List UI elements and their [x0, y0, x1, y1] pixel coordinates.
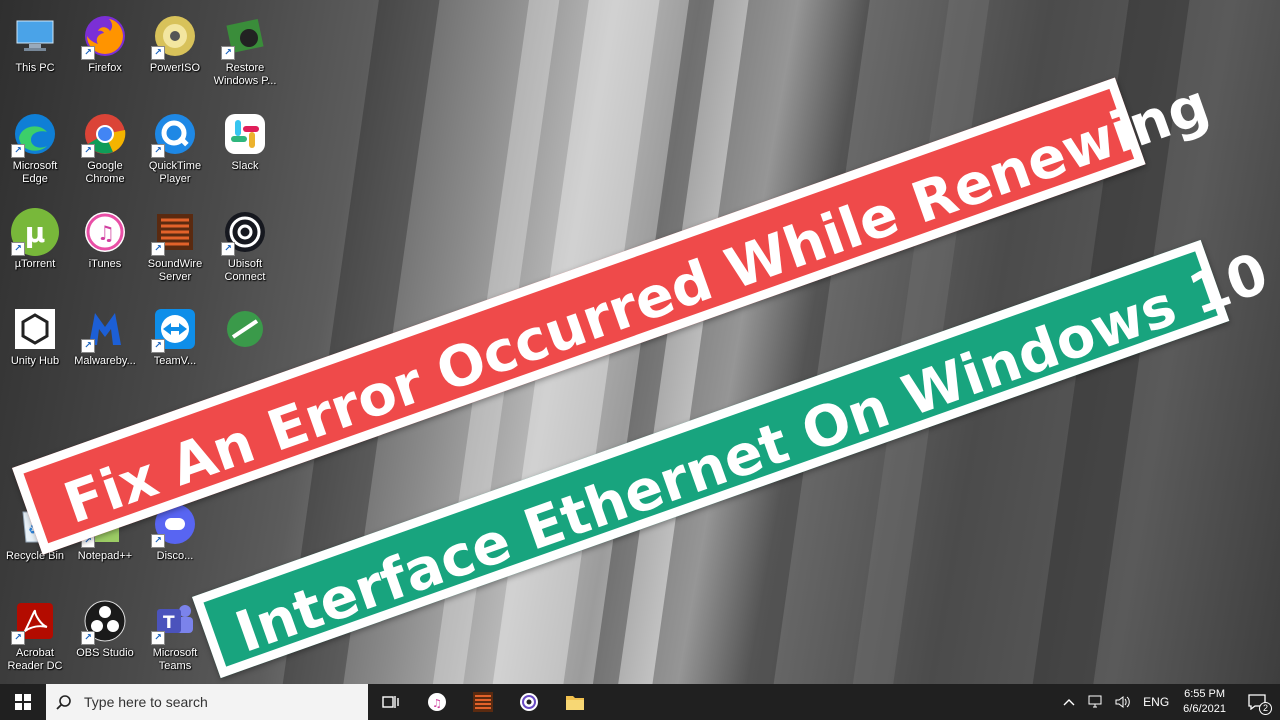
desktop-icon-unity-hub[interactable]: Unity Hub [0, 299, 70, 389]
icon-label: iTunes [88, 258, 122, 270]
icon-label: µTorrent [14, 258, 56, 270]
obs-icon [520, 693, 538, 711]
icon-label: Acrobat Reader DC [7, 647, 63, 672]
taskbar: Type here to search ♫ ENG 6:55 PM 6/6/20… [0, 684, 1280, 720]
taskbar-soundwire[interactable] [460, 684, 506, 720]
icon-label: Unity Hub [10, 355, 60, 367]
notification-count-badge: 2 [1259, 702, 1272, 715]
task-view-button[interactable] [368, 684, 414, 720]
windows-logo-icon [15, 694, 31, 710]
firefox-icon: ↗ [81, 12, 129, 60]
desktop-icon-malwarebytes[interactable]: ↗ Malwareby... [70, 299, 140, 389]
desktop-icon-ubisoft[interactable]: ↗ Ubisoft Connect [210, 202, 280, 292]
start-button[interactable] [0, 684, 46, 720]
icon-label: This PC [15, 62, 55, 74]
unity-icon [11, 305, 59, 353]
desktop-icon-restore-windows[interactable]: ↗ Restore Windows P... [210, 6, 280, 96]
acrobat-icon: ↗ [11, 597, 59, 645]
desktop-icon-poweriso[interactable]: ↗ PowerISO [140, 6, 210, 96]
icon-label: Notepad++ [77, 550, 133, 562]
ubisoft-icon: ↗ [221, 208, 269, 256]
desktop-icon-chrome[interactable]: ↗ Google Chrome [70, 104, 140, 194]
search-icon [56, 695, 71, 710]
teams-icon: T ↗ [151, 597, 199, 645]
disc-icon: ↗ [151, 12, 199, 60]
quicktime-icon: ↗ [151, 110, 199, 158]
desktop-icon-slack[interactable]: Slack [210, 104, 280, 194]
file-explorer-icon [566, 696, 584, 710]
app-icon [221, 305, 269, 353]
icon-label: TeamV... [153, 355, 197, 367]
taskbar-file-explorer[interactable] [552, 684, 598, 720]
icon-label: Malwareby... [74, 355, 136, 367]
edge-icon: ↗ [11, 110, 59, 158]
task-view-icon [382, 696, 399, 708]
desktop-icon-soundwire[interactable]: ↗ SoundWire Server [140, 202, 210, 292]
icon-label: Disco... [156, 550, 194, 562]
icon-label: Firefox [88, 62, 122, 74]
itunes-icon: ♫ [428, 693, 446, 711]
itunes-icon: ♫ [81, 208, 129, 256]
search-placeholder: Type here to search [84, 694, 208, 710]
icon-label: PowerISO [149, 62, 201, 74]
clock[interactable]: 6:55 PM 6/6/2021 [1175, 687, 1234, 717]
icon-label: Recycle Bin [5, 550, 65, 562]
taskbar-obs[interactable] [506, 684, 552, 720]
icon-label: Restore Windows P... [213, 62, 277, 87]
clock-time: 6:55 PM [1184, 688, 1226, 700]
desktop-icon-acrobat[interactable]: ↗ Acrobat Reader DC [0, 591, 70, 681]
desktop-icon-quicktime[interactable]: ↗ QuickTime Player [140, 104, 210, 194]
chevron-up-icon [1063, 699, 1075, 706]
icon-label: Google Chrome [85, 160, 125, 185]
network-button[interactable] [1081, 684, 1109, 720]
desktop-icon-this-pc[interactable]: This PC [0, 6, 70, 96]
soundwire-icon: ↗ [151, 208, 199, 256]
icon-label: Ubisoft Connect [224, 258, 266, 283]
svg-text:♫: ♫ [432, 697, 442, 710]
desktop-icon-utorrent[interactable]: µ ↗ µTorrent [0, 202, 70, 292]
svg-text:T: T [163, 613, 175, 633]
teamviewer-icon: ↗ [151, 305, 199, 353]
utorrent-icon: µ ↗ [11, 208, 59, 256]
computer-icon [11, 12, 59, 60]
icon-label: Slack [231, 160, 259, 172]
icon-label: SoundWire Server [147, 258, 203, 283]
tray-overflow-button[interactable] [1057, 684, 1081, 720]
desktop-icon-teamviewer[interactable]: ↗ TeamV... [140, 299, 210, 389]
taskbar-itunes[interactable]: ♫ [414, 684, 460, 720]
taskbar-search[interactable]: Type here to search [46, 684, 368, 720]
volume-icon [1115, 696, 1130, 708]
obs-icon: ↗ [81, 597, 129, 645]
svg-text:♫: ♫ [97, 221, 115, 245]
restore-icon: ↗ [221, 12, 269, 60]
icon-label: Microsoft Edge [12, 160, 58, 185]
network-icon [1088, 695, 1102, 708]
clock-date: 6/6/2021 [1183, 703, 1226, 715]
malwarebytes-icon: ↗ [81, 305, 129, 353]
slack-icon [221, 110, 269, 158]
action-center-button[interactable]: 2 [1234, 684, 1280, 720]
desktop-icon-firefox[interactable]: ↗ Firefox [70, 6, 140, 96]
desktop-icon-edge[interactable]: ↗ Microsoft Edge [0, 104, 70, 194]
volume-button[interactable] [1109, 684, 1137, 720]
desktop-icon-obs-studio[interactable]: ↗ OBS Studio [70, 591, 140, 681]
system-tray: ENG 6:55 PM 6/6/2021 2 [1057, 684, 1280, 720]
language-indicator[interactable]: ENG [1137, 684, 1175, 720]
icon-label: OBS Studio [76, 647, 134, 659]
desktop-icon-itunes[interactable]: ♫ iTunes [70, 202, 140, 292]
soundwire-icon [473, 692, 493, 712]
icon-label: QuickTime Player [148, 160, 202, 185]
icon-label: Microsoft Teams [152, 647, 198, 672]
chrome-icon: ↗ [81, 110, 129, 158]
